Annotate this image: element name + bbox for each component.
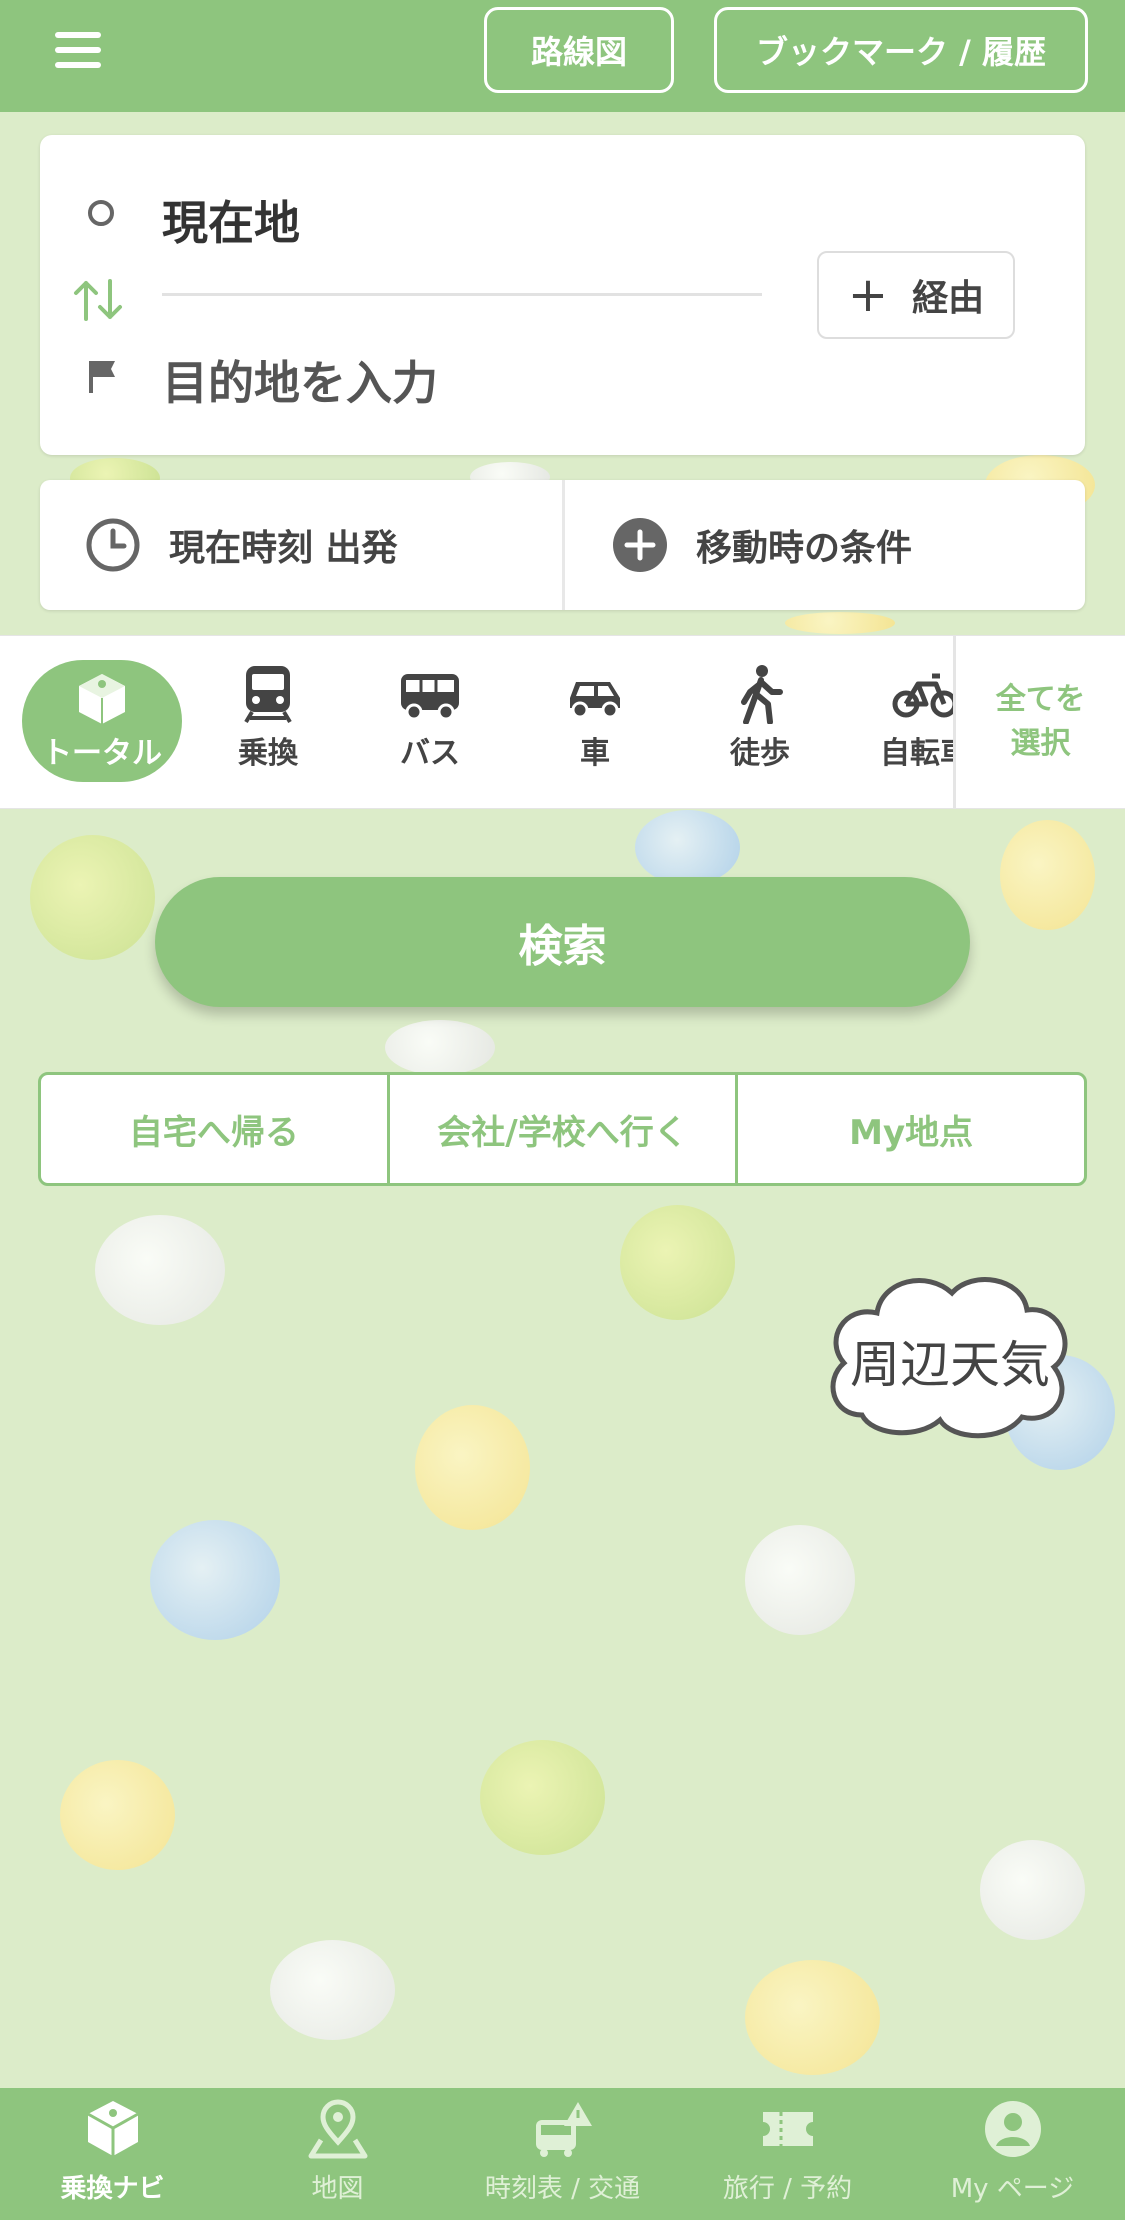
- bird-illustration: [785, 612, 895, 634]
- mode-label: 乗換: [238, 736, 298, 771]
- bird-illustration: [745, 1525, 855, 1635]
- bird-illustration: [150, 1520, 280, 1640]
- nav-map[interactable]: 地図: [225, 2098, 450, 2205]
- weather-label[interactable]: 周辺天気: [840, 1325, 1060, 1397]
- origin-dot-icon: [88, 200, 114, 226]
- bird-illustration: [270, 1940, 395, 2040]
- bird-illustration: [635, 810, 740, 885]
- mode-label: 車: [580, 736, 610, 771]
- search-button[interactable]: 検索: [155, 877, 970, 1007]
- swap-icon[interactable]: [72, 275, 124, 325]
- mode-label: バス: [400, 736, 460, 771]
- select-all-modes-button[interactable]: 全てを 選択: [953, 636, 1125, 808]
- nav-transfer[interactable]: 乗換ナビ: [0, 2098, 225, 2205]
- mode-label: 徒歩: [730, 736, 790, 771]
- flag-icon: [89, 361, 115, 393]
- bird-illustration: [745, 1960, 880, 2075]
- via-button[interactable]: + 経由: [817, 251, 1015, 339]
- plus-icon: +: [847, 267, 889, 323]
- train-icon: [244, 666, 292, 724]
- divider: [162, 293, 762, 296]
- walk-icon: [741, 665, 783, 724]
- conditions-label: 移動時の条件: [696, 528, 913, 569]
- timetable-icon: [535, 2102, 592, 2157]
- nav-travel[interactable]: 旅行 / 予約: [675, 2098, 900, 2205]
- conditions-button[interactable]: 移動時の条件: [612, 480, 1082, 610]
- bird-illustration: [30, 835, 155, 960]
- bird-illustration: [60, 1760, 175, 1870]
- bus-icon: [401, 674, 459, 721]
- car-icon: [570, 682, 620, 719]
- go-work-school-button[interactable]: 会社/学校へ行く: [386, 1075, 736, 1183]
- transport-mode-bar: トータル 乗換 バス 車 徒歩 自転車 全てを 選択: [0, 635, 1125, 809]
- nav-label: 乗換ナビ: [60, 2174, 165, 2204]
- search-options: 現在時刻 出発 移動時の条件: [40, 480, 1085, 610]
- departure-time-label: 現在時刻 出発: [169, 528, 398, 569]
- ticket-icon: [762, 2112, 813, 2146]
- origin-field[interactable]: 現在地: [162, 187, 300, 253]
- destination-input[interactable]: 目的地を入力: [162, 347, 438, 413]
- total-icon: [86, 2101, 139, 2156]
- mode-train[interactable]: 乗換: [193, 664, 343, 772]
- mode-car[interactable]: 車: [520, 664, 670, 772]
- mode-walk[interactable]: 徒歩: [685, 664, 835, 772]
- nav-label: My ページ: [950, 2174, 1075, 2204]
- shortcut-bar: 自宅へ帰る 会社/学校へ行く My地点: [38, 1072, 1087, 1186]
- map-pin-icon: [308, 2099, 367, 2159]
- bird-illustration: [415, 1405, 530, 1530]
- nav-label: 地図: [311, 2174, 364, 2204]
- clock-icon: [86, 518, 140, 572]
- go-home-button[interactable]: 自宅へ帰る: [41, 1075, 387, 1183]
- plus-circle-icon: [613, 518, 667, 572]
- select-all-line2: 選択: [1010, 726, 1071, 761]
- bicycle-icon: [892, 673, 958, 718]
- nav-label: 旅行 / 予約: [722, 2174, 853, 2204]
- bird-illustration: [385, 1020, 495, 1075]
- hamburger-icon[interactable]: [50, 32, 106, 76]
- total-icon: [79, 674, 125, 724]
- nav-mypage[interactable]: My ページ: [900, 2098, 1125, 2205]
- bird-illustration: [95, 1215, 225, 1325]
- route-map-button[interactable]: 路線図: [484, 7, 674, 93]
- my-places-button[interactable]: My地点: [735, 1075, 1084, 1183]
- mode-label: トータル: [42, 736, 162, 771]
- departure-time-button[interactable]: 現在時刻 出発: [85, 480, 555, 610]
- bird-illustration: [620, 1205, 735, 1320]
- route-input-card: 現在地 + 経由 目的地を入力: [40, 135, 1085, 455]
- bookmark-history-button[interactable]: ブックマーク / 履歴: [714, 7, 1088, 93]
- mode-bus[interactable]: バス: [355, 664, 505, 772]
- bird-illustration: [480, 1740, 605, 1855]
- via-label: 経由: [912, 278, 985, 319]
- user-icon: [984, 2101, 1041, 2157]
- bird-illustration: [1000, 820, 1095, 930]
- nav-timetable[interactable]: 時刻表 / 交通: [450, 2098, 675, 2205]
- divider: [562, 480, 565, 610]
- select-all-line1: 全てを: [995, 682, 1086, 717]
- nav-label: 時刻表 / 交通: [484, 2174, 641, 2204]
- mode-total[interactable]: トータル: [22, 660, 182, 782]
- bird-illustration: [980, 1840, 1085, 1940]
